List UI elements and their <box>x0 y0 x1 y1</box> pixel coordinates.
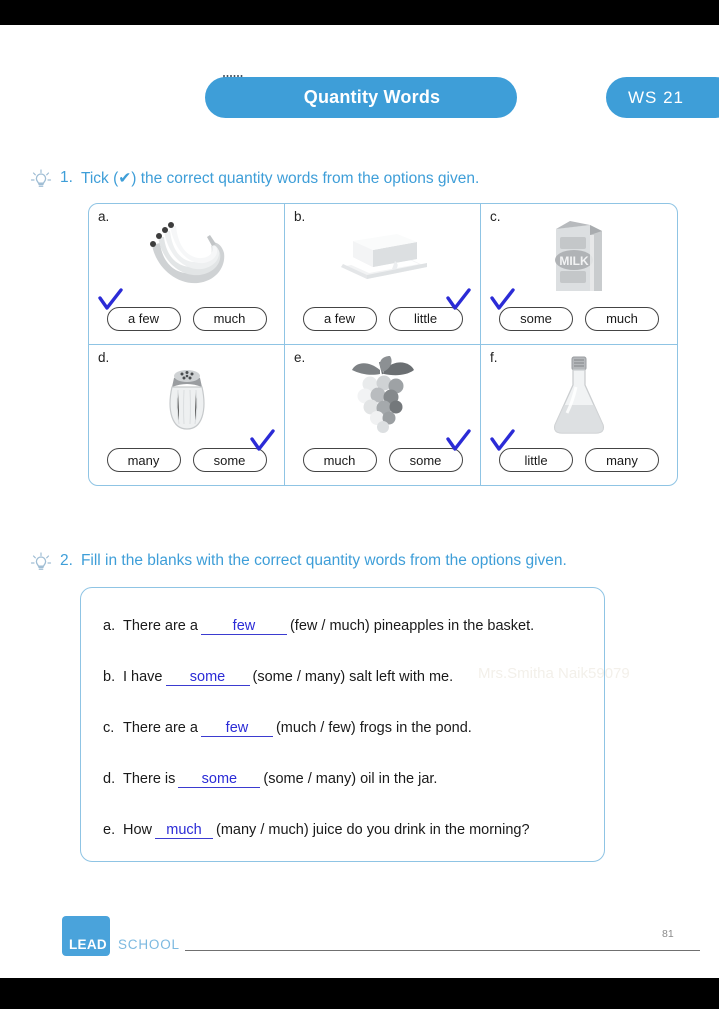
milk-carton-image: MILK <box>481 216 677 294</box>
worksheet-number-label: WS 21 <box>628 87 685 107</box>
option-button[interactable]: some <box>490 287 573 331</box>
salt-shaker-image <box>89 357 284 435</box>
option-label: many <box>127 452 160 468</box>
butter-image <box>285 216 480 294</box>
svg-text:MILK: MILK <box>559 254 589 268</box>
option-button[interactable]: a few <box>97 287 181 331</box>
fib-item-e-after: (many / much) juice do you drink in the … <box>216 822 530 838</box>
question-2-text: Fill in the blanks with the correct quan… <box>80 552 567 569</box>
option-button[interactable]: much <box>585 306 659 331</box>
page-title: Quantity Words <box>303 87 441 107</box>
fib-item-d-letter: d. <box>103 771 116 787</box>
watermark-text: Mrs.Smitha Naik59079 <box>478 665 630 682</box>
question-1-heading: 1. Tick (✔) the correct quantity words f… <box>30 169 479 191</box>
fib-item-e-letter: e. <box>103 822 116 838</box>
worksheet-page: G Quantity Words WS 21 1. T <box>0 25 719 978</box>
tick-cell-a: a. a few much <box>89 204 285 345</box>
question-1-number: 1. <box>60 169 73 186</box>
bottom-black-bar <box>0 978 719 1009</box>
question-1-text: Tick (✔) the correct quantity words from… <box>80 170 480 187</box>
fib-item-c-before: There are a <box>123 720 198 736</box>
option-button[interactable]: little <box>388 287 471 331</box>
fib-item-b-after: (some / many) salt left with me. <box>252 669 454 685</box>
question-2-number: 2. <box>60 552 73 569</box>
top-black-bar <box>0 0 719 25</box>
option-label: some <box>520 311 552 326</box>
option-label: a few <box>127 311 160 326</box>
fib-item-e: e. How much (many / much) juice do you d… <box>103 822 530 839</box>
tick-cell-c-options: some much <box>481 287 677 331</box>
fib-item-c-letter: c. <box>103 720 115 736</box>
fib-item-a-after: (few / much) pineapples in the basket. <box>289 618 535 634</box>
option-label: little <box>413 311 438 326</box>
fib-item-d-after: (some / many) oil in the jar. <box>263 771 438 787</box>
tick-cell-e-options: much some <box>285 429 480 472</box>
option-label: some <box>213 452 246 468</box>
grapes-image <box>285 355 480 435</box>
logo-school-text: SCHOOL <box>118 937 180 952</box>
fib-item-a: a. There are a few (few / much) pineappl… <box>103 618 534 635</box>
page-number: 81 <box>662 928 674 940</box>
option-label: a few <box>323 311 356 326</box>
worksheet-title-pill: Quantity Words <box>205 77 517 118</box>
fill-in-blanks-box: a. There are a few (few / much) pineappl… <box>80 587 605 862</box>
logo-lead-text: LEAD <box>69 937 107 952</box>
option-label: much <box>213 311 246 326</box>
tick-cell-d-options: many some <box>89 429 284 472</box>
fib-answer-d[interactable]: some <box>178 771 261 788</box>
option-button[interactable]: little <box>490 429 573 472</box>
fib-item-c-after: (much / few) frogs in the pond. <box>275 720 472 736</box>
tick-cell-b-options: a few little <box>285 287 480 331</box>
option-label: many <box>606 452 638 468</box>
option-label: much <box>323 452 356 468</box>
fib-item-b-letter: b. <box>103 669 116 685</box>
option-button[interactable]: many <box>585 448 659 472</box>
tick-cell-a-options: a few much <box>89 287 284 331</box>
option-label: much <box>606 311 638 326</box>
option-button[interactable]: much <box>192 306 267 331</box>
fib-answer-c[interactable]: few <box>200 720 273 737</box>
option-button[interactable]: some <box>388 429 471 472</box>
fib-item-e-before: How <box>123 822 153 838</box>
oil-flask-image <box>481 356 677 435</box>
fib-answer-a[interactable]: few <box>200 618 287 635</box>
lightbulb-icon <box>30 169 52 191</box>
tick-exercise-table: a. a few much b. a few little c. MILK so… <box>88 203 678 486</box>
option-button[interactable]: many <box>106 448 181 472</box>
bananas-image <box>89 216 284 294</box>
fib-item-b-before: I have <box>123 669 163 685</box>
tick-cell-b: b. a few little <box>285 204 481 345</box>
tick-cell-d: d. many some <box>89 344 285 485</box>
worksheet-number-badge: WS 21 <box>606 77 719 118</box>
fib-item-c: c. There are a few (much / few) frogs in… <box>103 720 472 737</box>
tick-cell-f-options: little many <box>481 429 677 472</box>
question-2-heading: 2. Fill in the blanks with the correct q… <box>30 552 567 574</box>
fib-item-a-before: There are a <box>123 618 198 634</box>
tick-cell-c: c. MILK some much <box>481 204 677 345</box>
tick-cell-f: f. little many <box>481 345 677 486</box>
fib-item-d: d. There is some (some / many) oil in th… <box>103 771 437 788</box>
option-label: little <box>524 452 548 468</box>
fib-answer-e[interactable]: much <box>155 822 214 839</box>
option-button[interactable]: a few <box>302 306 377 331</box>
tick-cell-e: e. much some <box>285 344 481 485</box>
fib-item-b: b. I have some (some / many) salt left w… <box>103 669 453 686</box>
footer-divider <box>185 950 700 952</box>
option-button[interactable]: some <box>192 429 275 472</box>
fib-item-a-letter: a. <box>103 618 116 634</box>
fib-item-d-before: There is <box>123 771 176 787</box>
option-button[interactable]: much <box>302 448 377 472</box>
fib-answer-b[interactable]: some <box>165 669 250 686</box>
lightbulb-icon <box>30 552 52 574</box>
option-label: some <box>409 452 442 468</box>
